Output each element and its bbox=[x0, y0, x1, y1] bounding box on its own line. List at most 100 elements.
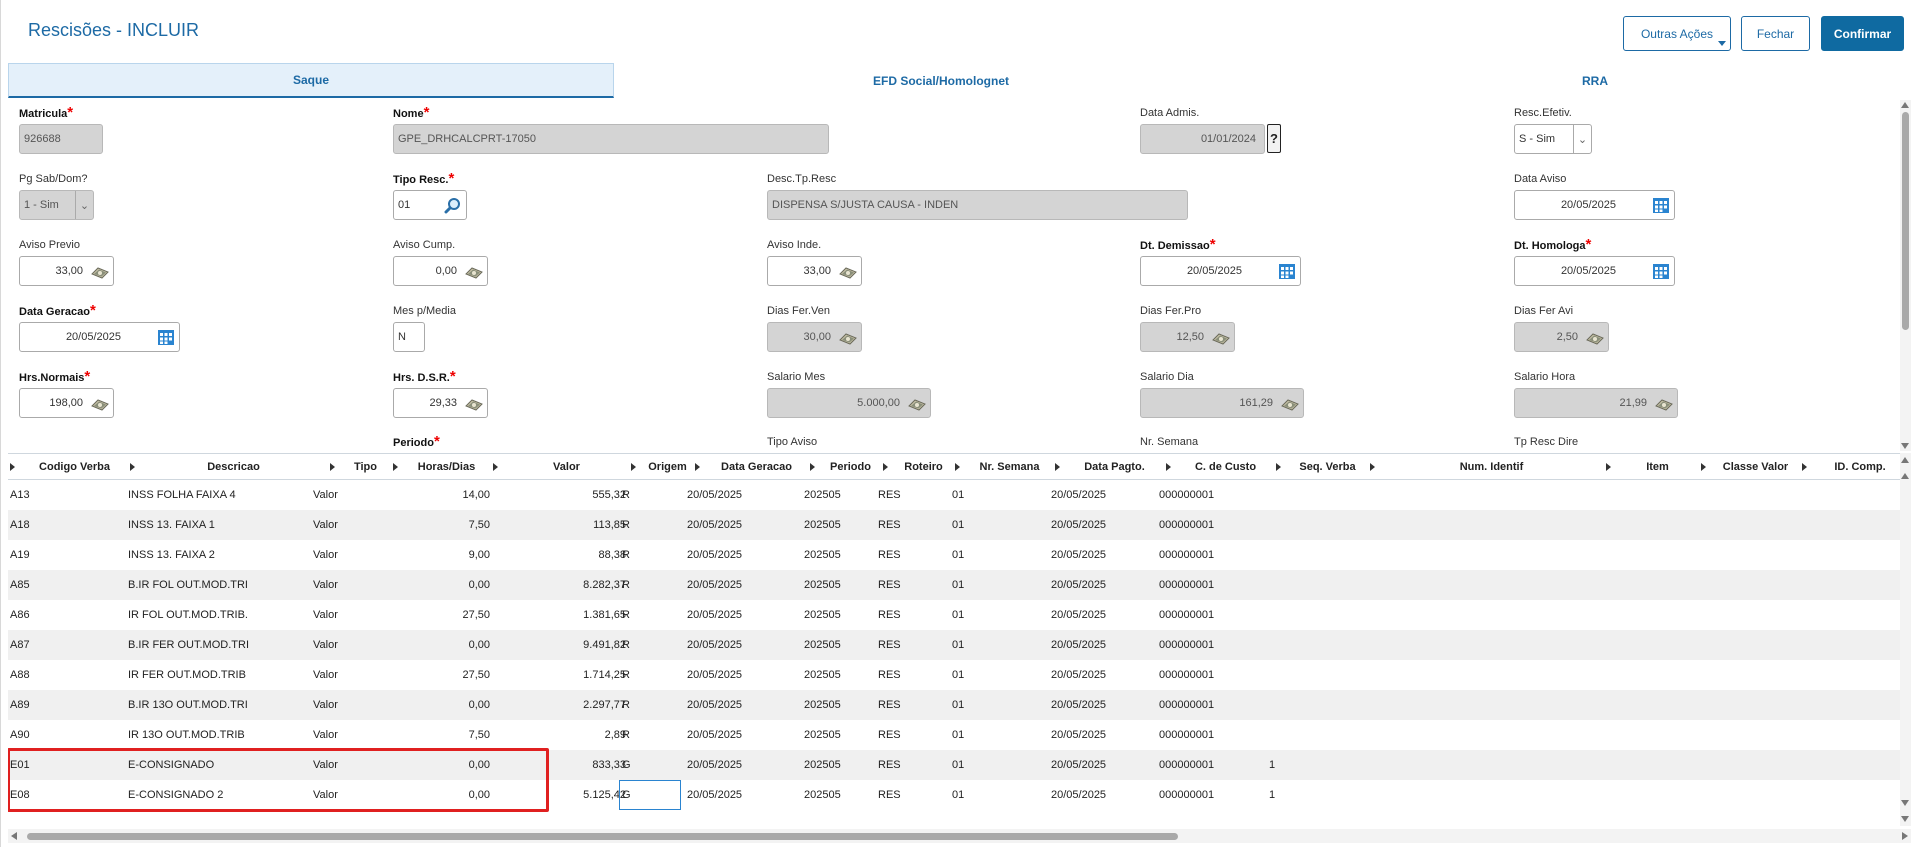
table-cell[interactable]: 000000001 bbox=[1159, 690, 1259, 720]
column-header[interactable]: Nr. Semana bbox=[955, 454, 1053, 479]
table-cell[interactable]: 833,33 bbox=[498, 750, 626, 780]
dias-fer-avi-input[interactable]: 2,50 bbox=[1514, 322, 1609, 352]
table-cell[interactable]: 202505 bbox=[804, 720, 870, 750]
mes-p-media-input[interactable]: N bbox=[393, 322, 425, 352]
table-cell[interactable]: 9,00 bbox=[393, 540, 490, 570]
table-cell[interactable]: Valor bbox=[313, 630, 373, 660]
table-cell[interactable]: RES bbox=[878, 570, 938, 600]
table-cell[interactable]: 20/05/2025 bbox=[1051, 660, 1151, 690]
table-cell[interactable]: Valor bbox=[313, 780, 373, 810]
column-header[interactable]: Roteiro bbox=[883, 454, 953, 479]
table-cell[interactable]: 01 bbox=[952, 750, 1012, 780]
table-cell[interactable]: 1.714,25 bbox=[498, 660, 626, 690]
table-row[interactable]: A18 INSS 13. FAIXA 1 Valor 7,50 113,85 R 20/05… bbox=[8, 510, 1901, 540]
table-cell[interactable]: 20/05/2025 bbox=[1051, 780, 1151, 810]
table-cell[interactable]: A18 bbox=[10, 510, 100, 540]
table-cell[interactable]: A86 bbox=[10, 600, 100, 630]
calculator-icon[interactable] bbox=[465, 395, 483, 412]
data-admis-input[interactable]: 01/01/2024 bbox=[1140, 124, 1265, 154]
calendar-icon[interactable] bbox=[1652, 197, 1670, 214]
table-cell[interactable]: RES bbox=[878, 720, 938, 750]
matricula-input[interactable]: 926688 bbox=[19, 124, 103, 154]
table-cell[interactable]: 20/05/2025 bbox=[1051, 690, 1151, 720]
table-cell[interactable]: Valor bbox=[313, 660, 373, 690]
tab-rra[interactable]: RRA bbox=[1268, 63, 1921, 98]
table-cell[interactable]: 20/05/2025 bbox=[687, 720, 797, 750]
calculator-icon[interactable] bbox=[1212, 329, 1230, 346]
table-cell[interactable]: 20/05/2025 bbox=[1051, 510, 1151, 540]
table-row[interactable]: A89 B.IR 13O OUT.MOD.TRI Valor 0,00 2.297,77… bbox=[8, 690, 1901, 720]
calculator-icon[interactable] bbox=[839, 263, 857, 280]
calculator-icon[interactable] bbox=[1655, 395, 1673, 412]
table-cell[interactable]: 20/05/2025 bbox=[687, 690, 797, 720]
table-cell[interactable] bbox=[1269, 510, 1309, 540]
table-cell[interactable]: 113,85 bbox=[498, 510, 626, 540]
table-cell[interactable]: 202505 bbox=[804, 540, 870, 570]
table-cell[interactable]: R bbox=[622, 690, 652, 720]
table-cell[interactable]: 01 bbox=[952, 690, 1012, 720]
calculator-icon[interactable] bbox=[465, 263, 483, 280]
chevron-down-icon[interactable]: ⌄ bbox=[75, 191, 93, 219]
salario-dia-input[interactable]: 161,29 bbox=[1140, 388, 1304, 418]
table-cell[interactable]: A85 bbox=[10, 570, 100, 600]
table-cell[interactable]: 5.125,42 bbox=[498, 780, 626, 810]
table-cell[interactable]: 202505 bbox=[804, 480, 870, 510]
salario-hora-input[interactable]: 21,99 bbox=[1514, 388, 1678, 418]
table-cell[interactable] bbox=[1269, 690, 1309, 720]
horizontal-scrollbar-thumb[interactable] bbox=[27, 833, 1178, 840]
calculator-icon[interactable] bbox=[1586, 329, 1604, 346]
calculator-icon[interactable] bbox=[91, 263, 109, 280]
table-cell[interactable]: 1.381,65 bbox=[498, 600, 626, 630]
column-header[interactable]: Codigo Verba bbox=[10, 454, 128, 479]
column-header[interactable]: Seq. Verba bbox=[1276, 454, 1368, 479]
table-cell[interactable]: 20/05/2025 bbox=[687, 510, 797, 540]
close-button[interactable]: Fechar bbox=[1741, 16, 1810, 51]
table-cell[interactable]: 202505 bbox=[804, 690, 870, 720]
other-actions-button[interactable]: Outras Ações bbox=[1623, 16, 1731, 51]
table-cell[interactable]: 01 bbox=[952, 660, 1012, 690]
table-cell[interactable]: R bbox=[622, 540, 652, 570]
table-cell[interactable]: 9.491,82 bbox=[498, 630, 626, 660]
table-cell[interactable] bbox=[1269, 660, 1309, 690]
table-cell[interactable]: 202505 bbox=[804, 750, 870, 780]
chevron-down-icon[interactable]: ⌄ bbox=[1573, 125, 1591, 153]
table-cell[interactable]: 20/05/2025 bbox=[1051, 630, 1151, 660]
scroll-page-down-icon[interactable] bbox=[1901, 800, 1909, 806]
tab-efd-social[interactable]: EFD Social/Homolognet bbox=[614, 63, 1268, 98]
table-cell[interactable]: 01 bbox=[952, 630, 1012, 660]
table-cell[interactable]: A88 bbox=[10, 660, 100, 690]
table-cell[interactable]: Valor bbox=[313, 720, 373, 750]
table-cell[interactable]: A13 bbox=[10, 480, 100, 510]
table-cell[interactable]: Valor bbox=[313, 570, 373, 600]
table-cell[interactable]: 01 bbox=[952, 570, 1012, 600]
table-cell[interactable]: E01 bbox=[10, 750, 100, 780]
data-geracao-input[interactable]: 20/05/2025 bbox=[19, 322, 180, 352]
table-cell[interactable]: R bbox=[622, 630, 652, 660]
aviso-previo-input[interactable]: 33,00 bbox=[19, 256, 114, 286]
table-cell[interactable]: 27,50 bbox=[393, 660, 490, 690]
table-cell[interactable]: A89 bbox=[10, 690, 100, 720]
table-row[interactable]: E01 E-CONSIGNADO Valor 0,00 833,33 G 20/05/202… bbox=[8, 750, 1901, 780]
table-cell[interactable]: 20/05/2025 bbox=[687, 750, 797, 780]
table-cell[interactable]: RES bbox=[878, 750, 938, 780]
table-cell[interactable]: R bbox=[622, 480, 652, 510]
data-aviso-input[interactable]: 20/05/2025 bbox=[1514, 190, 1675, 220]
table-cell[interactable]: 0,00 bbox=[393, 750, 490, 780]
table-cell[interactable]: 20/05/2025 bbox=[687, 540, 797, 570]
calendar-icon[interactable] bbox=[157, 329, 175, 346]
column-header[interactable]: Origem bbox=[631, 454, 693, 479]
table-cell[interactable]: 000000001 bbox=[1159, 780, 1259, 810]
table-cell[interactable]: RES bbox=[878, 660, 938, 690]
table-cell[interactable]: 01 bbox=[952, 540, 1012, 570]
table-cell[interactable]: 000000001 bbox=[1159, 480, 1259, 510]
table-cell[interactable]: 000000001 bbox=[1159, 630, 1259, 660]
table-cell[interactable]: 1 bbox=[1269, 750, 1309, 780]
table-cell[interactable]: B.IR FER OUT.MOD.TRI bbox=[128, 630, 308, 660]
table-cell[interactable]: 8.282,37 bbox=[498, 570, 626, 600]
table-cell[interactable]: E-CONSIGNADO bbox=[128, 750, 308, 780]
table-cell[interactable]: 20/05/2025 bbox=[687, 630, 797, 660]
calculator-icon[interactable] bbox=[839, 329, 857, 346]
table-row[interactable]: E08 E-CONSIGNADO 2 Valor 0,00 5.125,42 G 20/05… bbox=[8, 780, 1901, 810]
table-cell[interactable]: 20/05/2025 bbox=[1051, 540, 1151, 570]
table-cell[interactable]: 202505 bbox=[804, 600, 870, 630]
